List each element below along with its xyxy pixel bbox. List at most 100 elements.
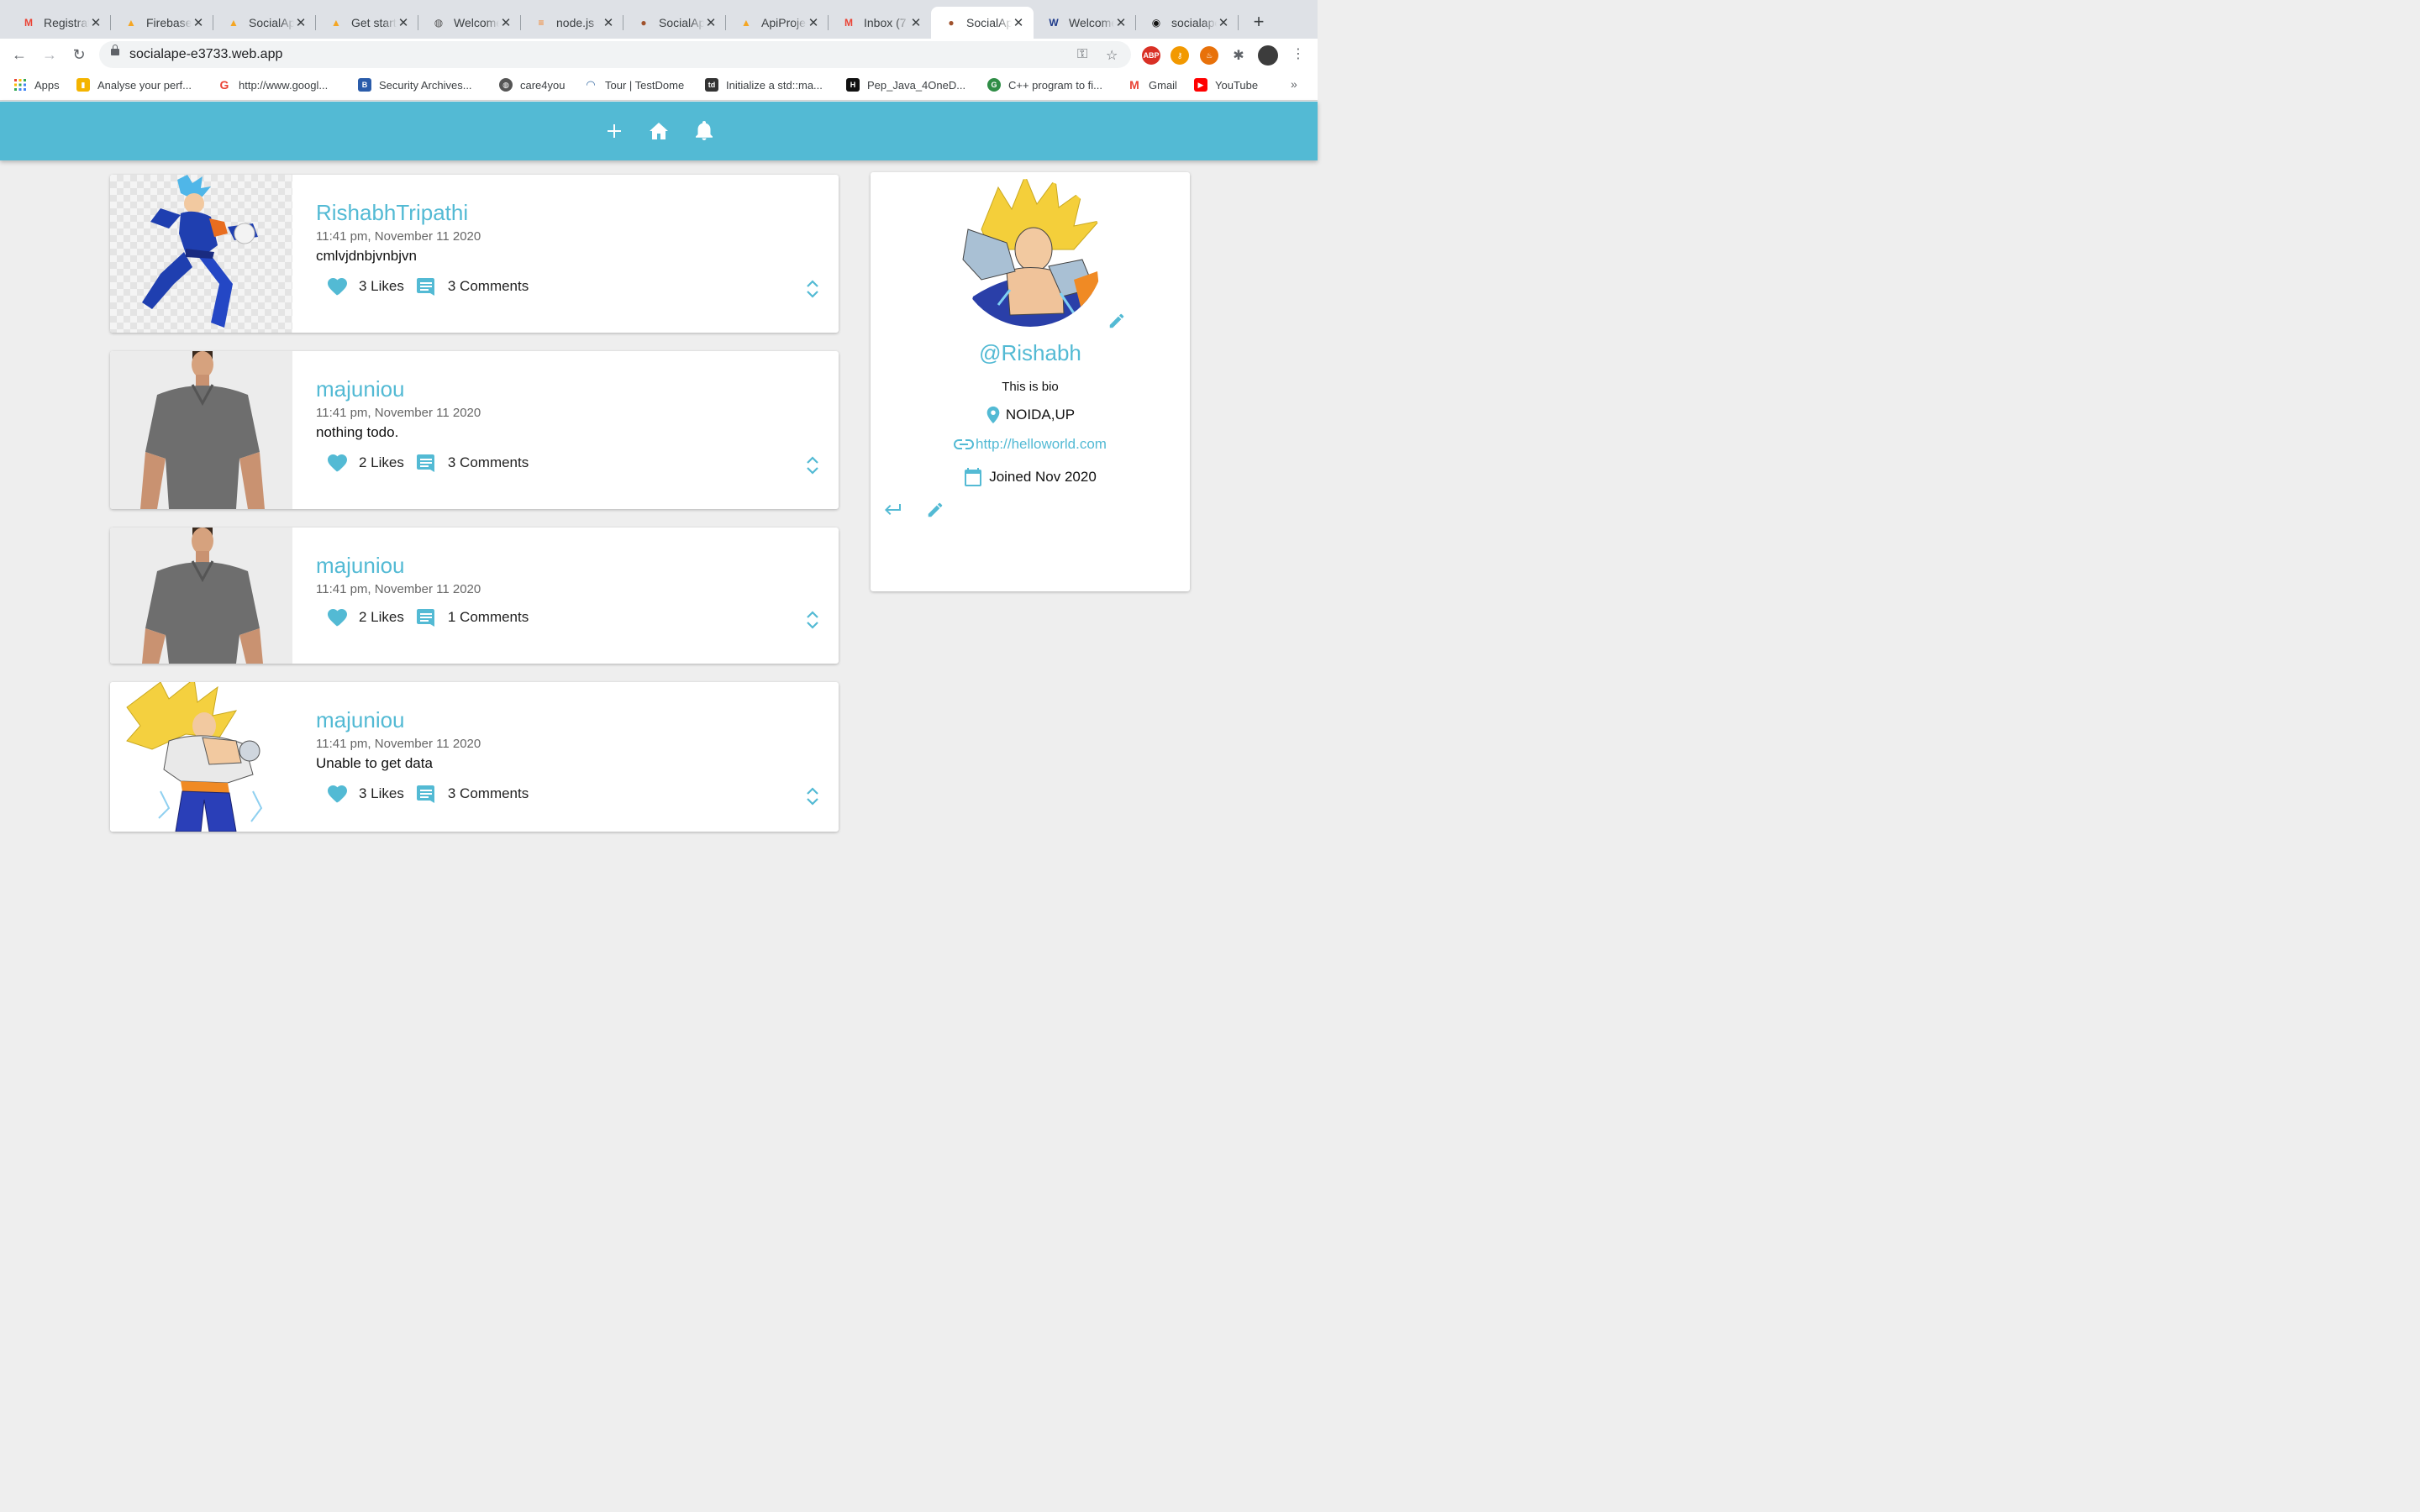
close-icon[interactable]: ✕: [499, 15, 513, 30]
tab-title: Welcome: [454, 16, 499, 29]
bookmark[interactable]: G C++ program to fi...: [987, 78, 1102, 92]
browser-tab[interactable]: ◍ Welcome ✕: [418, 7, 521, 39]
bookmark-label: http://www.googl...: [239, 78, 329, 92]
post-actions: 3 Likes 3 Comments: [327, 277, 529, 296]
comment-icon[interactable]: [416, 608, 436, 627]
bookmark[interactable]: H Pep_Java_4OneD...: [846, 78, 965, 92]
firebase-icon: ▲: [229, 17, 239, 29]
comment-icon[interactable]: [416, 454, 436, 472]
analytics-icon: ▮: [76, 78, 90, 92]
close-icon[interactable]: ✕: [909, 15, 923, 30]
browser-tab[interactable]: ◉ socialape ✕: [1136, 7, 1239, 39]
close-icon[interactable]: ✕: [1217, 15, 1230, 30]
heart-icon[interactable]: [327, 785, 347, 803]
bookmark-label: Pep_Java_4OneD...: [867, 78, 966, 92]
bookmarks-overflow-icon[interactable]: »: [1291, 77, 1297, 91]
joined-text: Joined Nov 2020: [989, 469, 1097, 485]
edit-avatar-icon[interactable]: [1107, 312, 1126, 330]
close-icon[interactable]: ✕: [1114, 15, 1128, 30]
browser-tab[interactable]: ▲ ApiProject ✕: [726, 7, 829, 39]
profile-handle[interactable]: @Rishabh: [871, 340, 1190, 366]
comment-icon[interactable]: [416, 277, 436, 296]
comment-icon[interactable]: [416, 785, 436, 803]
heart-icon[interactable]: [327, 277, 347, 296]
hackerearth-icon: H: [846, 78, 860, 92]
profile-avatar-icon[interactable]: [1258, 45, 1278, 66]
post-author-handle[interactable]: majuniou: [316, 707, 405, 733]
post-date: 11:41 pm, November 11 2020: [316, 737, 481, 751]
key-icon[interactable]: ⚿: [1077, 47, 1087, 62]
browser-tab[interactable]: ▲ SocialApe ✕: [213, 7, 316, 39]
browser-tab[interactable]: M Registration ✕: [8, 7, 111, 39]
add-post-button[interactable]: [603, 120, 625, 142]
expand-post-button[interactable]: [804, 454, 821, 476]
notifications-button[interactable]: [693, 120, 715, 142]
post-card: majuniou 11:41 pm, November 11 2020 noth…: [110, 351, 839, 509]
address-bar[interactable]: socialape-e3733.web.app ⚿ ☆: [99, 41, 1131, 68]
td-icon: td: [705, 78, 718, 92]
close-icon[interactable]: ✕: [192, 15, 205, 30]
browser-tab[interactable]: M Inbox (7 ✕: [829, 7, 931, 39]
kebab-menu-icon[interactable]: ⋮: [1289, 45, 1307, 64]
post-author-handle[interactable]: RishabhTripathi: [316, 200, 468, 226]
home-button[interactable]: [648, 120, 670, 142]
heart-icon[interactable]: [327, 454, 347, 472]
comments-count: 1 Comments: [447, 609, 529, 625]
close-icon[interactable]: ✕: [704, 15, 718, 30]
bookmark[interactable]: Apps: [13, 78, 60, 92]
reload-icon[interactable]: ↻: [70, 45, 88, 64]
edit-profile-icon[interactable]: [926, 501, 944, 519]
extension-key-icon[interactable]: ⚷: [1171, 46, 1189, 65]
bookmark[interactable]: ◍ care4you: [499, 78, 565, 92]
close-icon[interactable]: ✕: [89, 15, 103, 30]
browser-tab[interactable]: ▲ Firebase ✕: [111, 7, 213, 39]
tab-title: SocialApe: [249, 16, 294, 29]
bookmark[interactable]: B Security Archives...: [358, 78, 472, 92]
unfold-more-icon: [807, 280, 818, 298]
comments-count: 3 Comments: [447, 785, 529, 801]
bookmarks-bar: Apps ▮ Analyse your perf... G http://www…: [0, 71, 1318, 101]
bookmark[interactable]: G http://www.googl...: [218, 78, 329, 92]
monkey-icon: ●: [948, 17, 955, 29]
browser-tab-active[interactable]: ● SocialApe ✕: [931, 7, 1034, 39]
back-arrow-icon[interactable]: ←: [10, 45, 29, 64]
heart-icon[interactable]: [327, 608, 347, 627]
post-author-handle[interactable]: majuniou: [316, 553, 405, 579]
website-link[interactable]: http://helloworld.com: [976, 436, 1107, 453]
expand-post-button[interactable]: [804, 785, 821, 807]
expand-post-button[interactable]: [804, 278, 821, 300]
browser-tab[interactable]: ● SocialApe ✕: [623, 7, 726, 39]
address-url[interactable]: socialape-e3733.web.app: [129, 47, 282, 62]
star-icon[interactable]: ☆: [1106, 47, 1118, 64]
bookmark[interactable]: ▮ Analyse your perf...: [76, 78, 192, 92]
browser-tab[interactable]: W Welcome ✕: [1034, 7, 1136, 39]
bookmark[interactable]: td Initialize a std::ma...: [705, 78, 823, 92]
browser-tab[interactable]: ≡ node.js ✕: [521, 7, 623, 39]
geeks-icon: G: [987, 78, 1001, 92]
browser-tab-strip: M Registration ✕ ▲ Firebase ✕ ▲ SocialAp…: [0, 0, 1318, 39]
bookmark[interactable]: ◠ Tour | TestDome: [584, 78, 684, 92]
forward-arrow-icon[interactable]: →: [40, 45, 59, 64]
close-icon[interactable]: ✕: [1012, 15, 1025, 30]
logout-return-icon[interactable]: [882, 502, 902, 517]
bookmark[interactable]: M Gmail: [1128, 78, 1177, 92]
adblock-icon[interactable]: ABP: [1142, 46, 1160, 65]
app-navbar: [0, 102, 1318, 160]
close-icon[interactable]: ✕: [807, 15, 820, 30]
close-icon[interactable]: ✕: [397, 15, 410, 30]
firebase-icon: ▲: [331, 17, 341, 29]
browser-tab[interactable]: ▲ Get started ✕: [316, 7, 418, 39]
post-card: RishabhTripathi 11:41 pm, November 11 20…: [110, 175, 839, 333]
post-actions: 2 Likes 1 Comments: [327, 608, 529, 627]
post-body: cmlvjdnbjvnbjvn: [316, 248, 417, 264]
gmail-icon: M: [24, 17, 33, 29]
location-text: NOIDA,UP: [1005, 407, 1076, 423]
expand-post-button[interactable]: [804, 609, 821, 631]
new-tab-button[interactable]: +: [1249, 12, 1269, 32]
puzzle-icon[interactable]: ✱: [1229, 46, 1248, 65]
close-icon[interactable]: ✕: [602, 15, 615, 30]
extension-flame-icon[interactable]: ♨: [1200, 46, 1218, 65]
bookmark[interactable]: ▶ YouTube: [1194, 78, 1258, 92]
close-icon[interactable]: ✕: [294, 15, 308, 30]
post-author-handle[interactable]: majuniou: [316, 376, 405, 402]
